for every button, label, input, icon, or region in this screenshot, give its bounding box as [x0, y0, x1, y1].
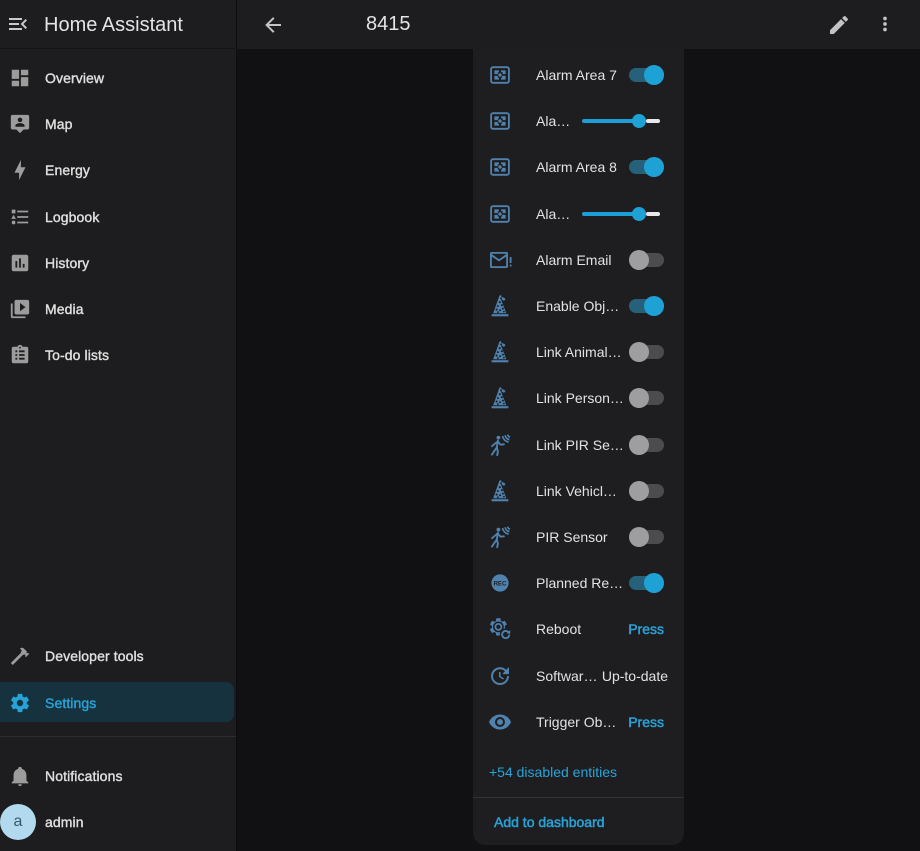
svg-text:REC: REC: [493, 580, 507, 587]
